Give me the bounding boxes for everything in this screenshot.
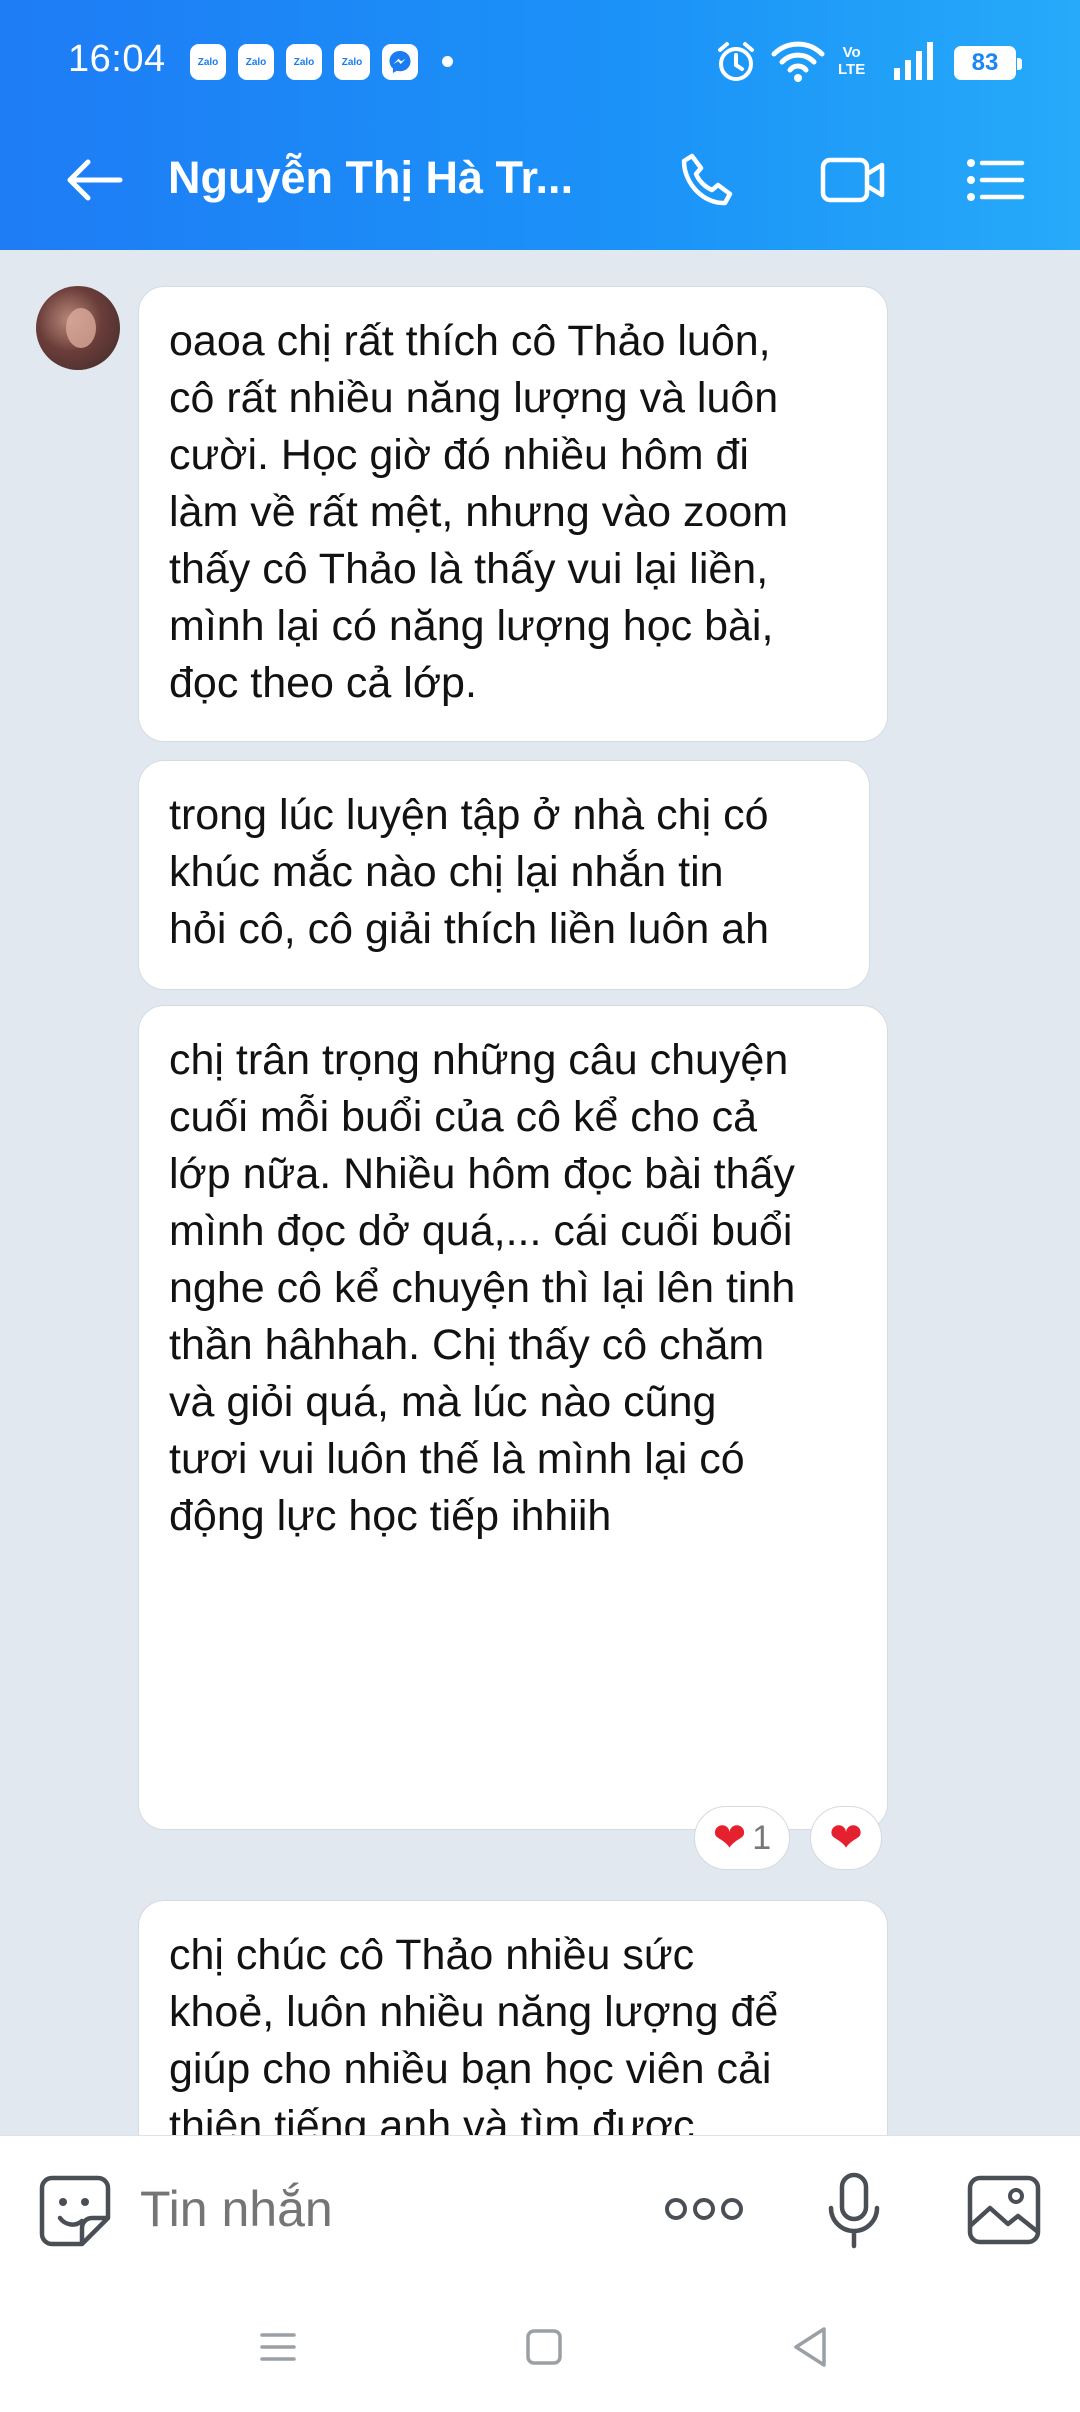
heart-icon: ❤: [712, 1816, 747, 1860]
status-time: 16:04: [68, 38, 166, 80]
message-list[interactable]: oaoa chị rất thích cô Thảo luôn, cô rất …: [0, 250, 1080, 2135]
message-text: chị trân trọng những câu chuyện cuối mỗi…: [169, 1036, 796, 1540]
more-notifications-dot: [442, 56, 453, 67]
home-icon[interactable]: [524, 2327, 564, 2367]
wifi-icon: [771, 41, 825, 82]
microphone-icon[interactable]: [826, 2172, 882, 2250]
back-nav-icon[interactable]: [790, 2325, 830, 2369]
system-nav-bar: [0, 2285, 1080, 2412]
phone-icon[interactable]: [678, 150, 738, 210]
arrow-left-icon[interactable]: [64, 156, 124, 204]
message-bubble[interactable]: trong lúc luyện tập ở nhà chị có khúc mắ…: [138, 760, 870, 990]
zalo-notification-icon: Zalo: [238, 44, 274, 80]
zalo-notification-icon: Zalo: [334, 44, 370, 80]
zalo-notification-icon: Zalo: [286, 44, 322, 80]
reaction-count: 1: [752, 1818, 772, 1857]
alarm-icon: [718, 42, 754, 81]
message-bubble[interactable]: chị chúc cô Thảo nhiều sức khoẻ, luôn nh…: [138, 1900, 888, 2135]
zalo-notification-icon: Zalo: [190, 44, 226, 80]
contact-name[interactable]: Nguyễn Thị Hà Tr...: [168, 152, 573, 204]
volte-label: Vo LTE: [838, 44, 866, 78]
app-bar: Nguyễn Thị Hà Tr...: [0, 120, 1080, 240]
message-bubble[interactable]: oaoa chị rất thích cô Thảo luôn, cô rất …: [138, 286, 888, 742]
message-text: oaoa chị rất thích cô Thảo luôn, cô rất …: [169, 317, 789, 707]
message-text: chị chúc cô Thảo nhiều sức khoẻ, luôn nh…: [169, 1931, 779, 2135]
reaction-summary[interactable]: ❤ 1: [694, 1806, 790, 1870]
message-text: trong lúc luyện tập ở nhà chị có khúc mắ…: [169, 791, 770, 953]
chat-header: 16:04 Zalo Zalo Zalo Zalo Vo LTE 83 Nguy…: [0, 0, 1080, 250]
messenger-icon: [382, 44, 418, 80]
status-bar: 16:04 Zalo Zalo Zalo Zalo Vo LTE 83: [0, 0, 1080, 120]
sticker-icon[interactable]: [38, 2174, 112, 2248]
react-heart-button[interactable]: ❤: [810, 1806, 882, 1870]
menu-icon[interactable]: [966, 158, 1026, 202]
recent-apps-icon[interactable]: [258, 2327, 298, 2367]
more-options-icon[interactable]: [664, 2194, 744, 2224]
signal-icon: [894, 42, 933, 80]
message-bubble[interactable]: chị trân trọng những câu chuyện cuối mỗi…: [138, 1005, 888, 1830]
video-call-icon[interactable]: [820, 154, 886, 206]
image-icon[interactable]: [966, 2174, 1042, 2246]
heart-icon: ❤: [829, 1816, 863, 1860]
message-input[interactable]: [140, 2180, 620, 2238]
message-input-bar: [0, 2135, 1080, 2285]
battery-indicator: 83: [954, 46, 1022, 80]
contact-avatar[interactable]: [36, 286, 120, 370]
